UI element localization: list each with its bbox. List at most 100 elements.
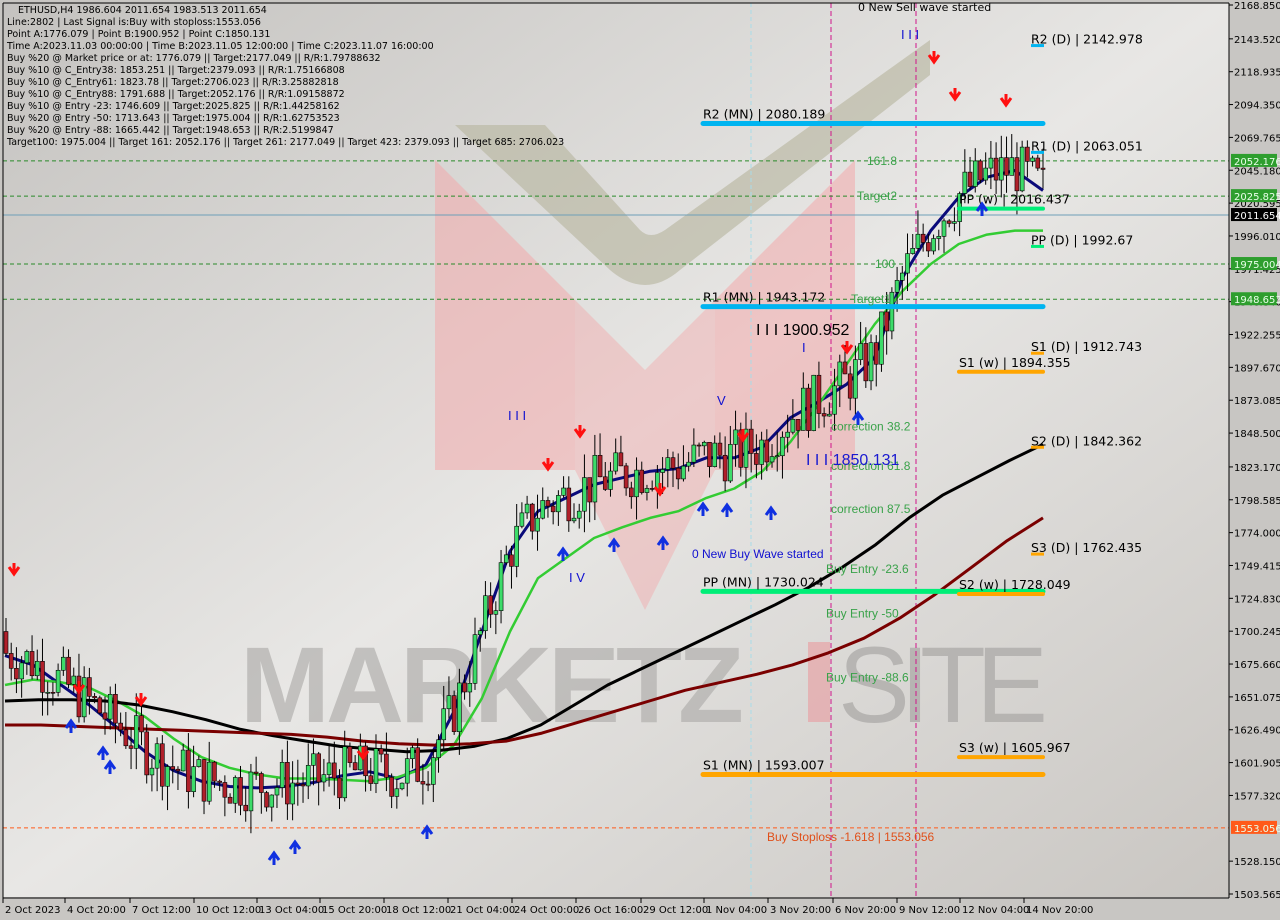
- y-tick-label: 1675.660: [1234, 660, 1280, 671]
- bull-candle: [811, 374, 817, 431]
- info-line: Buy %20 @ Market price or at: 1776.079 |…: [7, 53, 381, 64]
- bull-candle: [962, 171, 968, 194]
- bear-candle: [253, 771, 259, 774]
- fib-label: Buy Entry -50: [826, 606, 899, 620]
- bear-candle: [14, 668, 19, 680]
- bear-candle: [201, 759, 207, 802]
- bull-candle: [936, 236, 942, 239]
- fib-label: Target1: [851, 292, 891, 306]
- bull-candle: [608, 470, 613, 490]
- bull-candle: [498, 562, 504, 611]
- bull-candle: [868, 342, 874, 382]
- bull-candle: [941, 220, 947, 237]
- wave-count-label: I I I: [901, 27, 919, 42]
- y-tick-label: 2094.350: [1234, 101, 1280, 112]
- wave-count-label: I: [802, 340, 806, 355]
- bull-candle: [634, 469, 639, 498]
- bull-candle: [514, 525, 519, 567]
- bull-candle: [910, 247, 916, 254]
- bear-candle: [217, 780, 222, 783]
- bull-candle: [535, 517, 540, 532]
- bear-candle: [722, 454, 728, 482]
- bull-candle: [733, 429, 738, 445]
- daily-pivot-label: S1 (D) | 1912.743: [1031, 339, 1142, 354]
- x-tick-label: 14 Nov 20:00: [1026, 905, 1093, 916]
- bear-candle: [175, 768, 181, 772]
- price-tag-label: 1975.004: [1234, 260, 1280, 271]
- y-tick-label: 2143.520: [1234, 35, 1280, 46]
- bear-candle: [707, 441, 712, 467]
- y-tick-label: 1873.085: [1234, 396, 1280, 407]
- bear-candle: [378, 748, 384, 755]
- bull-candle: [206, 761, 212, 802]
- x-tick-label: 7 Oct 12:00: [132, 905, 191, 916]
- daily-pivot-label: R2 (D) | 2142.978: [1031, 32, 1143, 47]
- bear-candle: [649, 488, 655, 490]
- info-line: Buy %20 @ Entry -88: 1665.442 || Target:…: [7, 125, 334, 136]
- trading-chart[interactable]: MARKETZ SITE R2 (MN) | 2080.189 R1 (MN) | …: [0, 0, 1280, 920]
- x-tick-label: 1 Nov 04:00: [706, 905, 767, 916]
- bear-candle: [545, 500, 551, 507]
- bull-candle: [701, 441, 707, 447]
- chart-canvas[interactable]: MARKETZ SITE R2 (MN) | 2080.189R1 (MN) | …: [0, 0, 1280, 920]
- bull-candle: [931, 238, 936, 252]
- bull-candle: [290, 782, 295, 805]
- fib-label: 161.8: [867, 154, 897, 168]
- x-tick-label: 24 Oct 00:00: [514, 905, 579, 916]
- x-tick-label: 4 Oct 20:00: [67, 905, 126, 916]
- pivot-label: S3 (w) | 1605.967: [959, 740, 1071, 755]
- bull-candle: [34, 661, 40, 677]
- daily-pivot-label: S2 (D) | 1842.362: [1031, 433, 1142, 448]
- bear-candle: [285, 762, 290, 805]
- bear-candle: [295, 782, 301, 785]
- bear-candle: [384, 753, 389, 778]
- bear-candle: [795, 419, 801, 431]
- bear-candle: [1040, 167, 1046, 170]
- bull-candle: [728, 444, 733, 482]
- bear-candle: [186, 749, 191, 793]
- pivot-label: R2 (MN) | 2080.189: [703, 106, 825, 121]
- bull-candle: [915, 233, 921, 249]
- bear-candle: [509, 554, 514, 567]
- bull-candle: [952, 221, 957, 224]
- y-tick-label: 2118.935: [1234, 68, 1280, 79]
- y-tick-label: 1848.500: [1234, 429, 1280, 440]
- bull-candle: [342, 746, 348, 799]
- bear-candle: [816, 374, 822, 414]
- bull-candle: [19, 662, 24, 680]
- bull-candle: [493, 610, 499, 615]
- y-tick-label: 1528.150: [1234, 857, 1280, 868]
- bear-candle: [66, 656, 71, 685]
- bull-candle: [503, 554, 509, 563]
- bull-candle: [900, 272, 905, 281]
- bear-candle: [259, 773, 264, 793]
- x-tick-label: 18 Oct 12:00: [386, 905, 451, 916]
- bull-candle: [483, 595, 488, 632]
- bull-candle: [832, 385, 837, 415]
- bull-candle: [524, 503, 530, 514]
- bull-candle: [394, 788, 400, 797]
- bear-candle: [352, 762, 358, 771]
- x-tick-label: 26 Oct 16:00: [578, 905, 643, 916]
- bear-candle: [1004, 157, 1009, 176]
- bull-candle: [769, 456, 775, 463]
- bull-candle: [988, 157, 994, 169]
- bull-candle: [180, 749, 186, 772]
- bear-candle: [847, 373, 853, 399]
- bear-candle: [920, 233, 926, 243]
- bull-candle: [45, 691, 50, 694]
- bear-candle: [873, 342, 879, 365]
- y-tick-label: 1749.415: [1234, 561, 1280, 572]
- bear-candle: [227, 796, 233, 804]
- bull-candle: [759, 439, 764, 465]
- bear-candle: [144, 731, 149, 776]
- bull-candle: [24, 651, 30, 664]
- bull-candle: [800, 387, 806, 431]
- bear-candle: [160, 743, 165, 787]
- pivot-label: S1 (w) | 1894.355: [959, 355, 1071, 370]
- x-tick-label: 13 Oct 04:00: [259, 905, 324, 916]
- bull-candle: [477, 630, 483, 635]
- bear-candle: [597, 455, 603, 478]
- bear-candle: [113, 694, 118, 724]
- bear-candle: [926, 242, 931, 252]
